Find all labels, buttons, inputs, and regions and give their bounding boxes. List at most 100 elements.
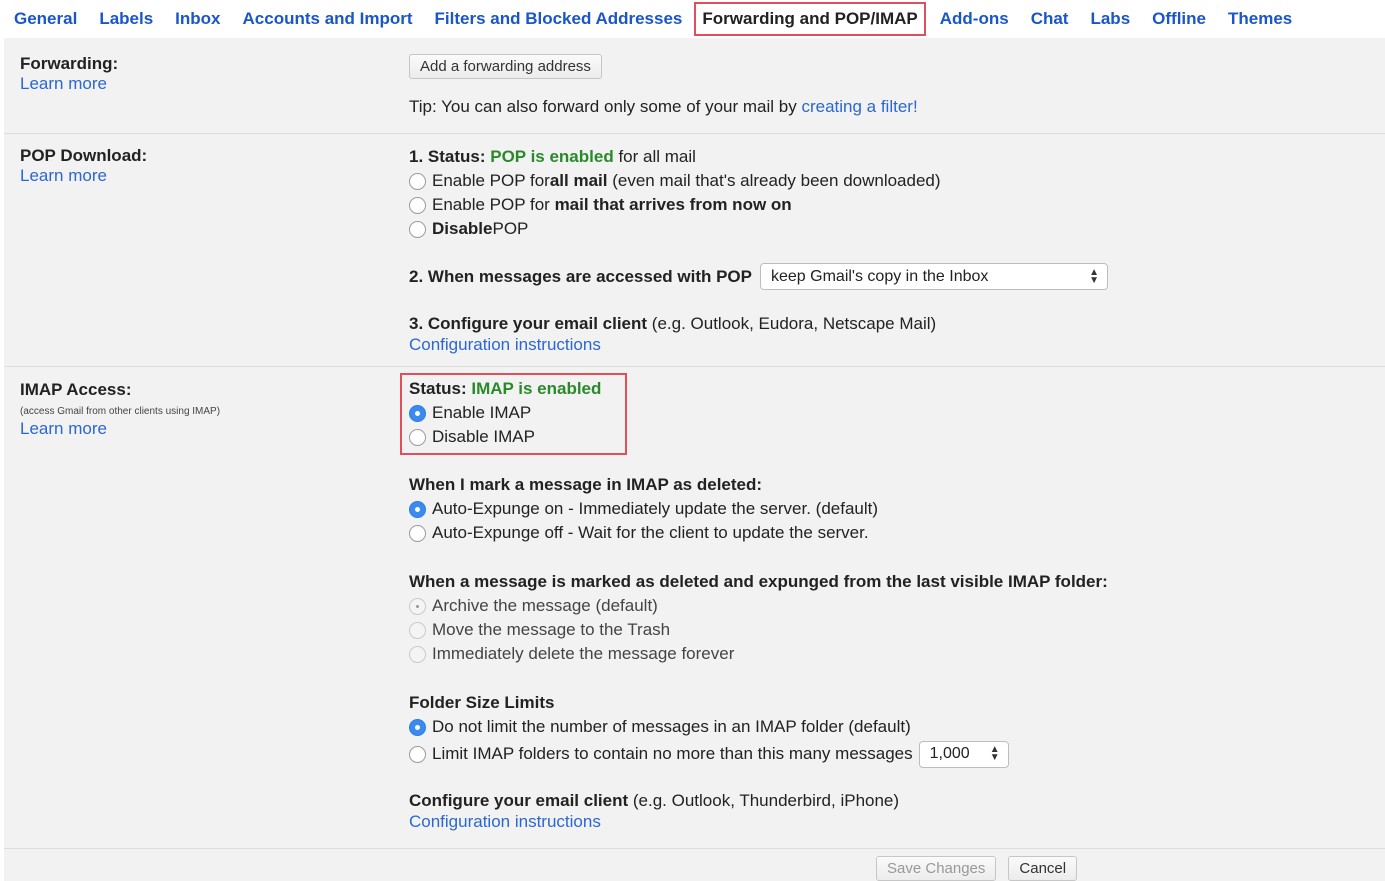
radio-icon[interactable] xyxy=(409,172,426,190)
imap-config-instructions-link[interactable]: Configuration instructions xyxy=(409,813,1108,831)
option-text: Enable POP for xyxy=(432,195,550,214)
settings-panel: Forwarding: Learn more Add a forwarding … xyxy=(4,38,1385,881)
save-changes-button[interactable]: Save Changes xyxy=(876,856,997,881)
option-text: Auto-Expunge off - Wait for the client t… xyxy=(432,523,869,542)
pop-configure-hint: (e.g. Outlook, Eudora, Netscape Mail) xyxy=(647,314,937,333)
tab-offline[interactable]: Offline xyxy=(1152,8,1206,30)
imap-deleted-title: When I mark a message in IMAP as deleted… xyxy=(409,473,1108,497)
pop-access-row: 2. When messages are accessed with POP k… xyxy=(409,263,1108,290)
add-forwarding-address-button[interactable]: Add a forwarding address xyxy=(409,54,602,79)
radio-disabled-icon[interactable] xyxy=(409,597,426,615)
radio-disabled-icon[interactable] xyxy=(409,645,426,663)
option-text: POP xyxy=(492,219,529,238)
radio-checked-icon[interactable] xyxy=(409,500,426,518)
radio-icon[interactable] xyxy=(409,220,426,238)
option-bold-text: Disable xyxy=(432,219,493,238)
tab-chat[interactable]: Chat xyxy=(1031,8,1069,30)
option-text: Move the message to the Trash xyxy=(432,620,671,639)
pop-learn-more-link[interactable]: Learn more xyxy=(20,166,147,186)
tab-general[interactable]: General xyxy=(14,8,77,30)
section-heading: Folder Size Limits xyxy=(409,693,555,712)
option-text: Enable IMAP xyxy=(432,403,532,422)
pop-access-value: keep Gmail's copy in the Inbox xyxy=(771,267,989,285)
footer-actions: Save Changes Cancel xyxy=(876,856,1078,881)
tab-inbox[interactable]: Inbox xyxy=(175,8,220,30)
limit-count-value: 1,000 xyxy=(929,745,970,762)
radio-icon[interactable] xyxy=(409,524,426,542)
option-text: Do not limit the number of messages in a… xyxy=(432,717,911,736)
pop-status-label: 1. Status: xyxy=(409,147,491,166)
imap-enable-option[interactable]: Enable IMAP xyxy=(409,401,1108,425)
cancel-button[interactable]: Cancel xyxy=(1008,856,1078,881)
pop-access-select[interactable]: keep Gmail's copy in the Inbox ▲ ▼ xyxy=(760,263,1108,290)
no-limit-option[interactable]: Do not limit the number of messages in a… xyxy=(409,715,1108,739)
forwarding-title: Forwarding: xyxy=(20,54,119,73)
tab-themes[interactable]: Themes xyxy=(1228,8,1292,30)
select-arrows-icon: ▲ ▼ xyxy=(1089,266,1099,286)
radio-icon[interactable] xyxy=(409,745,426,763)
imap-note: (access Gmail from other clients using I… xyxy=(20,406,221,417)
delete-forever-option[interactable]: Immediately delete the message forever xyxy=(409,642,1108,666)
select-arrows-icon: ▲ ▼ xyxy=(989,744,1000,763)
option-text: Immediately delete the message forever xyxy=(432,644,735,663)
imap-controls: Status: IMAP is enabled Enable IMAP Disa… xyxy=(409,377,1108,831)
option-bold-text: mail that arrives from now on xyxy=(554,195,792,214)
imap-learn-more-link[interactable]: Learn more xyxy=(20,419,220,439)
imap-configure-hint: (e.g. Outlook, Thunderbird, iPhone) xyxy=(628,791,900,810)
pop-access-label: 2. When messages are accessed with POP xyxy=(409,266,752,286)
option-text: Auto-Expunge on - Immediately update the… xyxy=(432,499,879,518)
imap-disable-option[interactable]: Disable IMAP xyxy=(409,425,1108,449)
tab-add-ons[interactable]: Add-ons xyxy=(940,8,1009,30)
auto-expunge-on-option[interactable]: Auto-Expunge on - Immediately update the… xyxy=(409,497,1108,521)
pop-option-all-mail[interactable]: Enable POP for all mail (even mail that'… xyxy=(409,169,1108,193)
limit-count-select[interactable]: 1,000 ▲ ▼ xyxy=(918,740,1009,768)
radio-icon[interactable] xyxy=(409,428,426,446)
pop-configure-label: 3. Configure your email client xyxy=(409,314,648,333)
imap-title: IMAP Access: xyxy=(20,380,132,399)
pop-controls: 1. Status: POP is enabled for all mail E… xyxy=(409,145,1108,354)
radio-checked-icon[interactable] xyxy=(409,718,426,736)
imap-status-label: Status: xyxy=(409,379,472,398)
imap-configure-label: Configure your email client xyxy=(409,791,629,810)
limit-option[interactable]: Limit IMAP folders to contain no more th… xyxy=(409,739,1108,769)
option-text: (even mail that's already been downloade… xyxy=(612,171,941,190)
forwarding-learn-more-link[interactable]: Learn more xyxy=(20,74,118,94)
archive-message-option[interactable]: Archive the message (default) xyxy=(409,594,1108,618)
pop-configure-row: 3. Configure your email client (e.g. Out… xyxy=(409,312,1108,336)
tab-labels[interactable]: Labels xyxy=(99,8,153,30)
tab-forwarding-pop-imap[interactable]: Forwarding and POP/IMAP xyxy=(694,2,926,36)
auto-expunge-off-option[interactable]: Auto-Expunge off - Wait for the client t… xyxy=(409,521,1108,545)
forwarding-label-group: Forwarding: Learn more xyxy=(20,54,118,94)
forwarding-tip-text: Tip: You can also forward only some of y… xyxy=(409,97,802,116)
pop-config-instructions-link[interactable]: Configuration instructions xyxy=(409,336,1108,354)
radio-checked-icon[interactable] xyxy=(409,404,426,422)
imap-status-value: IMAP is enabled xyxy=(471,379,602,398)
move-to-trash-option[interactable]: Move the message to the Trash xyxy=(409,618,1108,642)
folder-size-title: Folder Size Limits xyxy=(409,691,1108,715)
radio-disabled-icon[interactable] xyxy=(409,621,426,639)
settings-tabs: General Labels Inbox Accounts and Import… xyxy=(0,0,1385,38)
pop-status-suffix: for all mail xyxy=(613,147,696,166)
imap-status: Status: IMAP is enabled xyxy=(409,377,1108,401)
radio-icon[interactable] xyxy=(409,196,426,214)
tab-labs[interactable]: Labs xyxy=(1090,8,1130,30)
tab-accounts-and-import[interactable]: Accounts and Import xyxy=(243,8,413,30)
pop-title: POP Download: xyxy=(20,146,148,165)
pop-option-disable[interactable]: Disable POP xyxy=(409,217,1108,241)
pop-status: 1. Status: POP is enabled for all mail xyxy=(409,145,1108,169)
divider xyxy=(4,366,1385,367)
option-text: Limit IMAP folders to contain no more th… xyxy=(432,744,913,763)
divider xyxy=(4,848,1385,849)
section-heading: When a message is marked as deleted and … xyxy=(409,572,1108,591)
forwarding-tip: Tip: You can also forward only some of y… xyxy=(409,95,918,119)
imap-label-group: IMAP Access: (access Gmail from other cl… xyxy=(20,380,220,439)
pop-option-from-now[interactable]: Enable POP for mail that arrives from no… xyxy=(409,193,1108,217)
pop-status-value: POP is enabled xyxy=(490,147,614,166)
imap-expunged-title: When a message is marked as deleted and … xyxy=(409,570,1108,594)
divider xyxy=(4,133,1385,134)
create-filter-link[interactable]: creating a filter! xyxy=(801,97,917,116)
section-heading: When I mark a message in IMAP as deleted… xyxy=(409,475,763,494)
forwarding-controls: Add a forwarding address Tip: You can al… xyxy=(409,54,918,119)
option-text: Enable POP for xyxy=(432,171,550,190)
tab-filters[interactable]: Filters and Blocked Addresses xyxy=(435,8,683,30)
